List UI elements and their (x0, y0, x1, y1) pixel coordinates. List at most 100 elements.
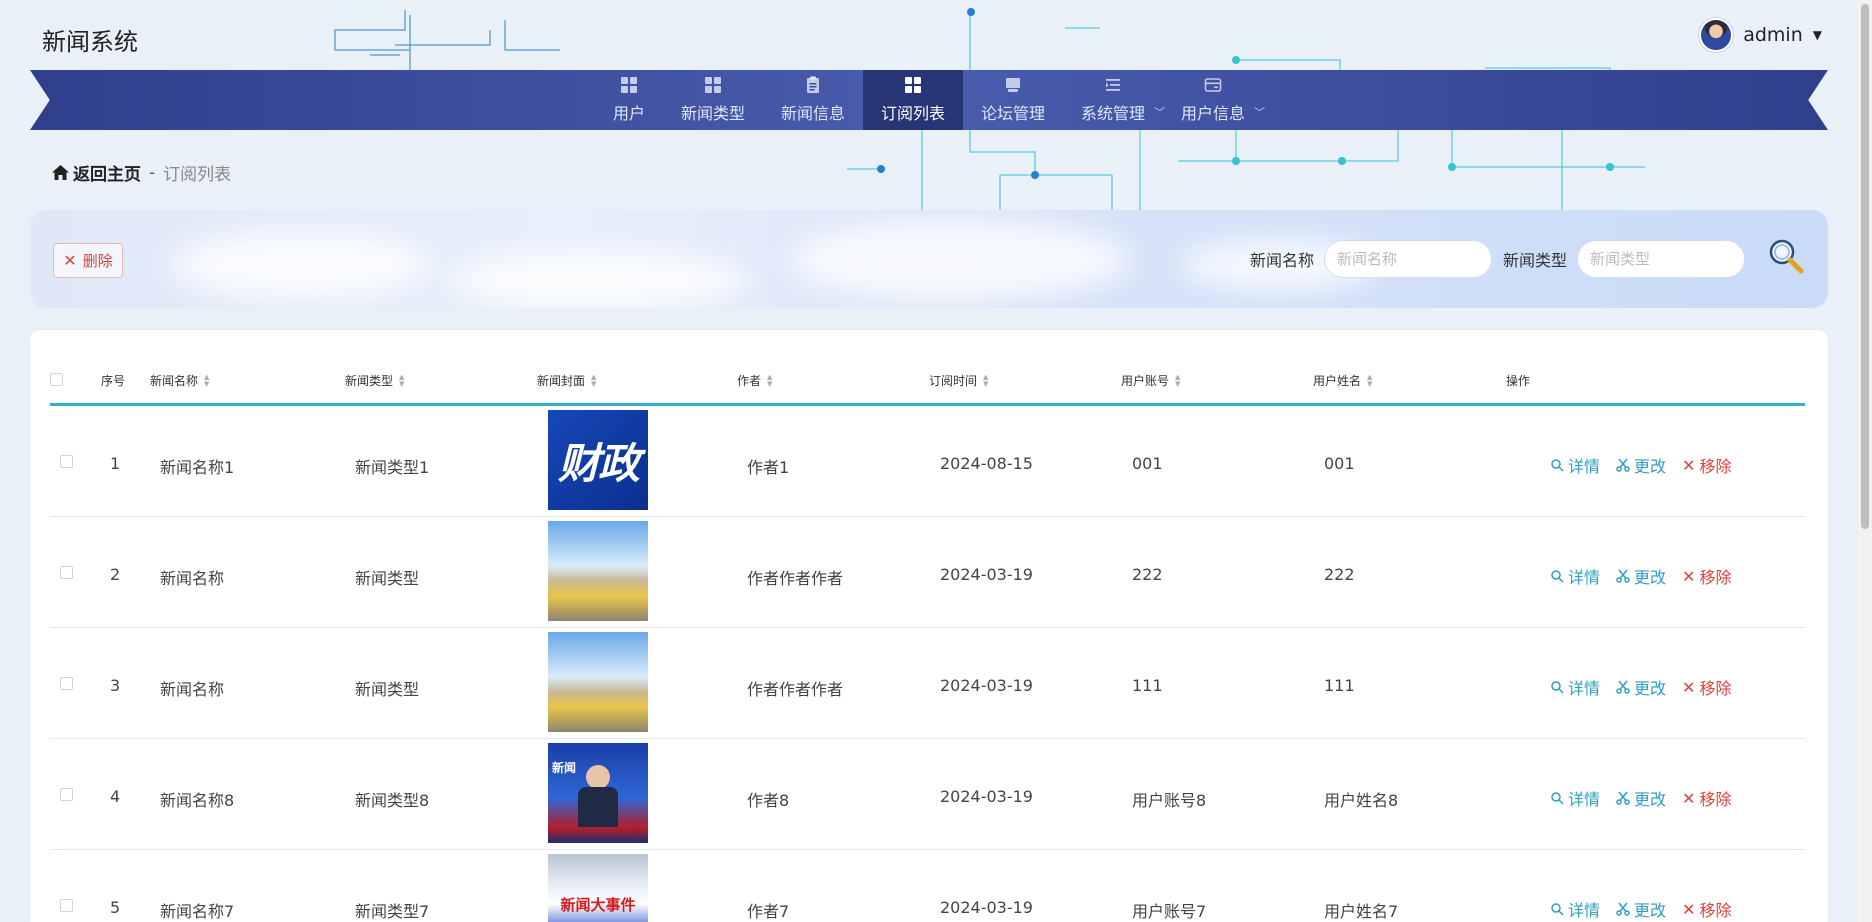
header-news-type[interactable]: 新闻类型 ▲ ▼ (345, 372, 404, 389)
cell-index: 3 (110, 676, 121, 695)
cell-account: 用户账号7 (1132, 902, 1207, 921)
scissors-icon (1616, 458, 1630, 472)
cell-author: 作者作者作者 (747, 569, 844, 588)
news-type-label: 新闻类型 (1503, 251, 1568, 270)
sort-icon: ▲ ▼ (591, 372, 597, 388)
edit-button[interactable]: 更改 (1616, 786, 1666, 810)
header-time[interactable]: 订阅时间 ▲ ▼ (929, 372, 988, 389)
breadcrumb-separator: - (149, 162, 156, 183)
monitor-icon (1006, 78, 1020, 92)
news-name-search: 新闻名称 (1250, 240, 1493, 278)
nav-item-forum[interactable]: 论坛管理 (963, 70, 1063, 130)
nav-item-user-info[interactable]: 用户信息 ﹀ (1163, 70, 1265, 130)
edit-button[interactable]: 更改 (1616, 564, 1666, 588)
edit-button[interactable]: 更改 (1616, 675, 1666, 699)
remove-button[interactable]: ✕ 移除 (1682, 453, 1731, 477)
user-menu[interactable]: admin ▼ (1699, 18, 1822, 52)
close-icon: ✕ (1682, 788, 1696, 808)
header-cover[interactable]: 新闻封面 ▲ ▼ (537, 372, 596, 389)
cell-index: 5 (110, 898, 121, 917)
breadcrumb-home-label: 返回主页 (73, 165, 141, 185)
breadcrumb: 返回主页 - 订阅列表 (52, 160, 231, 185)
cell-author: 作者1 (747, 458, 790, 477)
table-header: 序号 新闻名称 ▲ ▼ 新闻类型 ▲ ▼ 新闻封面 ▲ ▼ 作者 ▲ ▼ 订阅时间 ▲ ▼ 用户账号… (50, 350, 1805, 406)
header-author[interactable]: 作者 ▲ ▼ (737, 372, 772, 389)
grid-icon (704, 77, 721, 93)
nav-item-label: 论坛管理 (981, 104, 1046, 123)
nav-item-subscriptions[interactable]: 订阅列表 (862, 70, 963, 130)
scrollbar-thumb[interactable] (1861, 4, 1869, 529)
news-cover-image (548, 521, 648, 621)
row-checkbox[interactable] (60, 899, 73, 912)
nav-item-label: 新闻类型 (680, 104, 745, 123)
news-cover-image: 新闻 (548, 743, 648, 843)
cell-news-type: 新闻类型 (355, 680, 420, 699)
breadcrumb-home[interactable]: 返回主页 (52, 160, 141, 185)
nav-item-system[interactable]: 系统管理 ﹀ (1063, 70, 1165, 130)
row-checkbox[interactable] (60, 788, 73, 801)
nav-item-label: 用户 (612, 104, 645, 123)
remove-button[interactable]: ✕ 移除 (1682, 675, 1731, 699)
cell-author: 作者7 (747, 902, 790, 921)
remove-button[interactable]: ✕ 移除 (1682, 564, 1731, 588)
cell-time: 2024-03-19 (940, 898, 1033, 917)
scissors-icon (1616, 569, 1630, 583)
header-user-name[interactable]: 用户姓名 ▲ ▼ (1313, 372, 1372, 389)
row-checkbox[interactable] (60, 677, 73, 690)
cell-news-name: 新闻名称 (160, 569, 225, 588)
row-checkbox[interactable] (60, 566, 73, 579)
news-name-input[interactable] (1324, 240, 1493, 278)
close-icon: ✕ (1682, 899, 1696, 919)
row-actions: 详情 更改 ✕ 移除 (1550, 675, 1731, 699)
cell-user-name: 222 (1324, 565, 1355, 584)
nav-item-news-type[interactable]: 新闻类型 (663, 70, 763, 130)
nav-item-news-info[interactable]: 新闻信息 (763, 70, 863, 130)
row-checkbox[interactable] (60, 455, 73, 468)
detail-icon (1551, 570, 1564, 583)
detail-button[interactable]: 详情 (1550, 897, 1600, 921)
news-name-label: 新闻名称 (1250, 251, 1315, 270)
detail-icon (1551, 903, 1564, 916)
delete-button[interactable]: ✕ 删除 (53, 243, 123, 278)
cell-index: 4 (110, 787, 121, 806)
cell-news-type: 新闻类型1 (355, 458, 430, 477)
cell-index: 2 (110, 565, 121, 584)
detail-icon (1551, 792, 1564, 805)
home-icon (52, 165, 69, 180)
header-news-name[interactable]: 新闻名称 ▲ ▼ (150, 372, 209, 389)
cell-index: 1 (110, 454, 121, 473)
search-icon[interactable] (1766, 236, 1806, 276)
breadcrumb-current: 订阅列表 (163, 165, 232, 185)
sort-icon: ▲ ▼ (399, 372, 405, 388)
remove-button[interactable]: ✕ 移除 (1682, 786, 1731, 810)
cell-news-name: 新闻名称8 (160, 791, 235, 810)
clipboard-icon (806, 76, 819, 93)
detail-button[interactable]: 详情 (1550, 564, 1600, 588)
page-scrollbar[interactable] (1858, 0, 1872, 922)
close-icon: ✕ (1682, 566, 1696, 586)
app-title: 新闻系统 (42, 28, 138, 56)
cover-text: 新闻 (552, 761, 577, 775)
news-type-input[interactable] (1577, 240, 1746, 278)
header-account[interactable]: 用户账号 ▲ ▼ (1121, 372, 1180, 389)
cell-user-name: 用户姓名7 (1324, 902, 1399, 921)
detail-button[interactable]: 详情 (1550, 453, 1600, 477)
scissors-icon (1616, 791, 1630, 805)
edit-button[interactable]: 更改 (1616, 453, 1666, 477)
edit-button[interactable]: 更改 (1616, 897, 1666, 921)
cell-account: 001 (1132, 454, 1163, 473)
remove-button[interactable]: ✕ 移除 (1682, 897, 1731, 921)
cell-user-name: 用户姓名8 (1324, 791, 1399, 810)
main-nav: 用户 新闻类型 新闻信息 订阅列表 论坛管理 系统管理 ﹀ 用户信息 ﹀ (30, 70, 1828, 130)
cell-news-name: 新闻名称 (160, 680, 225, 699)
select-all-checkbox[interactable] (50, 373, 63, 386)
close-icon: ✕ (1682, 677, 1696, 697)
table-row: 2 新闻名称 新闻类型 作者作者作者 2024-03-19 222 222 详情… (50, 517, 1805, 628)
cell-account: 222 (1132, 565, 1163, 584)
detail-button[interactable]: 详情 (1550, 786, 1600, 810)
avatar[interactable] (1699, 18, 1734, 52)
detail-button[interactable]: 详情 (1550, 675, 1600, 699)
nav-item-users[interactable]: 用户 (595, 70, 663, 130)
close-icon: ✕ (1682, 455, 1696, 475)
nav-item-label: 用户信息 (1181, 104, 1246, 123)
